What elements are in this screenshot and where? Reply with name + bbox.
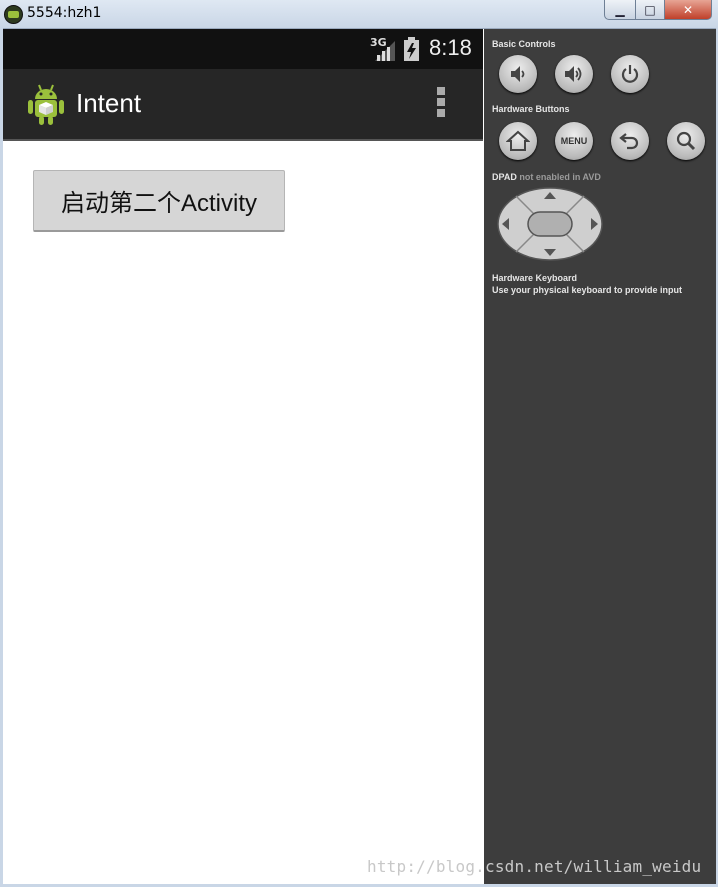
status-bar: 3G 8:18	[3, 29, 483, 69]
watermark-text: http://blog.csdn.net/william_weidu	[367, 857, 702, 876]
dpad-title: DPAD	[492, 172, 517, 182]
search-button[interactable]	[667, 122, 705, 160]
battery-icon	[404, 37, 419, 61]
hardware-keyboard-info: Hardware Keyboard Use your physical keyb…	[492, 272, 682, 296]
back-button[interactable]	[611, 122, 649, 160]
dpad-center-button[interactable]	[527, 211, 573, 237]
activity-content: 启动第二个Activity	[3, 141, 483, 884]
emulator-app-icon	[4, 5, 23, 24]
action-bar: Intent	[3, 69, 483, 141]
hardware-keyboard-title: Hardware Keyboard	[492, 273, 578, 283]
signal-strength-icon	[375, 41, 395, 61]
dpad-control[interactable]	[496, 186, 604, 262]
launch-second-activity-button[interactable]: 启动第二个Activity	[33, 170, 285, 232]
volume-up-icon	[565, 66, 582, 82]
back-arrow-icon	[619, 133, 639, 150]
power-icon	[621, 65, 639, 83]
volume-down-icon	[511, 66, 525, 82]
device-screen: 3G 8:18 Intent 启动第二个Activity	[3, 29, 483, 884]
volume-down-button[interactable]	[499, 55, 537, 93]
menu-button[interactable]: MENU	[555, 122, 593, 160]
home-icon	[506, 130, 530, 151]
emulator-controls-panel: Basic Controls Hardware Buttons MENU DPA…	[484, 29, 716, 884]
overflow-menu-icon[interactable]	[433, 87, 449, 121]
action-bar-title: Intent	[76, 88, 142, 118]
window-titlebar[interactable]: 5554:hzh1 ▁ □ ✕	[0, 0, 718, 29]
window-title: 5554:hzh1	[27, 5, 102, 21]
window-controls: ▁ □ ✕	[604, 0, 712, 20]
dpad-status: not enabled in AVD	[519, 172, 601, 182]
menu-button-label: MENU	[560, 136, 588, 146]
android-robot-icon	[28, 84, 64, 125]
home-button[interactable]	[499, 122, 537, 160]
minimize-button[interactable]: ▁	[604, 0, 636, 20]
dpad-label: DPAD not enabled in AVD	[492, 172, 601, 182]
hardware-keyboard-hint: Use your physical keyboard to provide in…	[492, 285, 683, 295]
close-button[interactable]: ✕	[665, 0, 712, 20]
maximize-button[interactable]: □	[636, 0, 665, 20]
status-clock: 8:18	[429, 35, 472, 60]
power-button[interactable]	[611, 55, 649, 93]
hardware-buttons-label: Hardware Buttons	[492, 104, 570, 114]
basic-controls-label: Basic Controls	[492, 39, 556, 49]
volume-up-button[interactable]	[555, 55, 593, 93]
search-icon	[676, 131, 696, 151]
